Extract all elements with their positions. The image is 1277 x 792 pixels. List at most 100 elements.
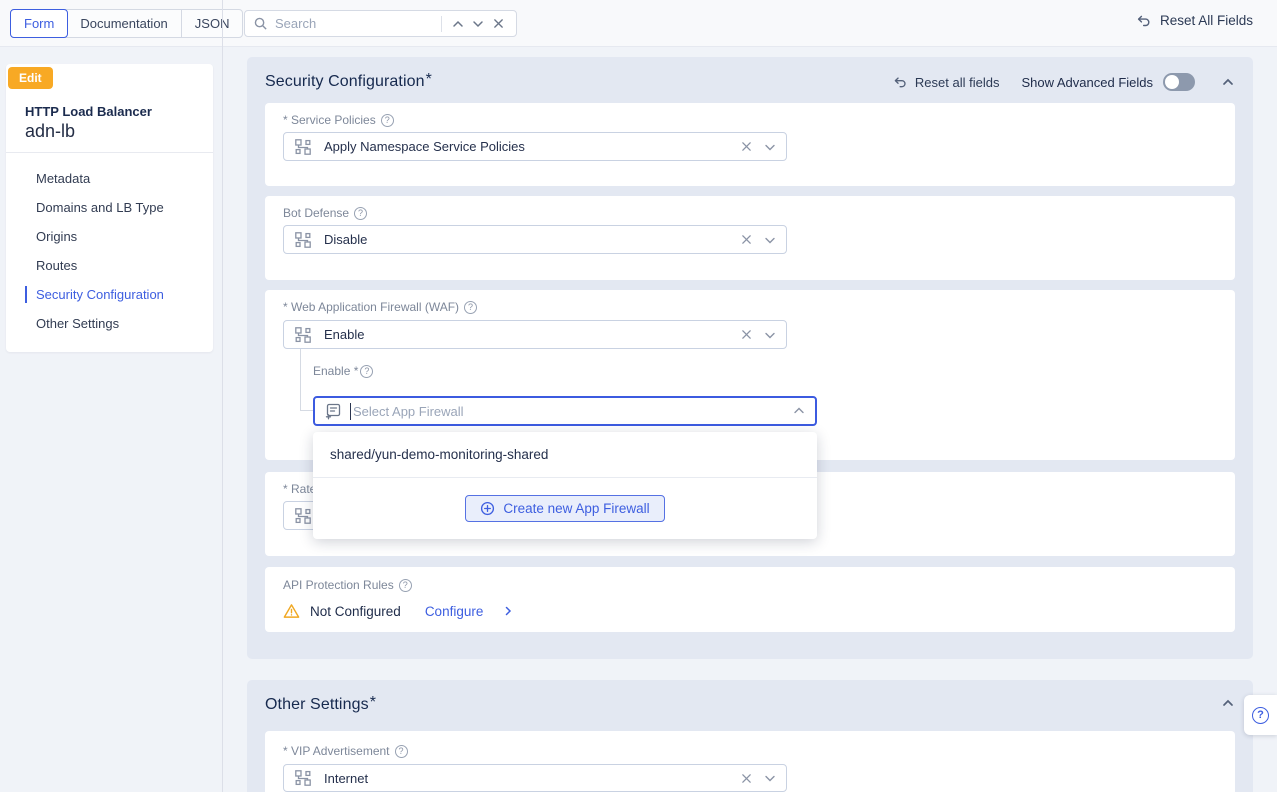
security-configuration-section: Security Configuration* Reset all fields… (247, 57, 1253, 659)
form-add-icon (324, 402, 342, 420)
chevron-down-icon[interactable] (764, 329, 776, 341)
api-protection-status-row: Not Configured Configure (283, 603, 513, 619)
sidebar-item-domains-lb-type[interactable]: Domains and LB Type (6, 193, 213, 222)
edit-badge: Edit (8, 67, 53, 89)
other-settings-tools (1217, 696, 1235, 710)
api-protection-card: API Protection Rules ? Not Configured Co… (265, 567, 1235, 632)
service-policies-select[interactable]: Apply Namespace Service Policies (283, 132, 787, 161)
search-box[interactable] (244, 10, 517, 37)
help-icon[interactable]: ? (360, 365, 373, 378)
sidebar-nav: Metadata Domains and LB Type Origins Rou… (6, 164, 213, 338)
vip-advertisement-select[interactable]: Internet (283, 764, 787, 792)
search-close-icon[interactable] (488, 14, 508, 34)
search-input[interactable] (275, 16, 435, 31)
help-icon: ? (1252, 707, 1269, 724)
clear-icon[interactable] (741, 234, 752, 245)
sidebar-item-origins[interactable]: Origins (6, 222, 213, 251)
required-mark: * (426, 71, 432, 89)
toggle-knob (1165, 75, 1179, 89)
waf-select[interactable]: Enable (283, 320, 787, 349)
view-tab-group: Form Documentation JSON (10, 9, 243, 38)
help-icon[interactable]: ? (354, 207, 367, 220)
sidebar-item-metadata[interactable]: Metadata (6, 164, 213, 193)
api-protection-label: API Protection Rules ? (283, 578, 412, 592)
service-policies-value: Apply Namespace Service Policies (324, 139, 741, 154)
vip-advertisement-label: * VIP Advertisement ? (283, 744, 408, 758)
undo-icon (1135, 12, 1152, 29)
dropdown-footer: Create new App Firewall (313, 478, 817, 538)
chevron-right-icon[interactable] (503, 606, 513, 616)
text-caret (350, 403, 351, 420)
undo-icon (892, 74, 908, 90)
chevron-down-icon[interactable] (764, 234, 776, 246)
bot-defense-value: Disable (324, 232, 741, 247)
oneof-branch-icon (294, 507, 312, 525)
app-firewall-input[interactable] (353, 398, 783, 424)
help-icon[interactable]: ? (464, 301, 477, 314)
subfield-connector (300, 410, 313, 411)
search-separator (441, 16, 442, 32)
bot-defense-label: Bot Defense ? (283, 206, 367, 220)
show-advanced-fields-label: Show Advanced Fields (1021, 75, 1153, 90)
chevron-down-icon[interactable] (764, 772, 776, 784)
object-name: adn-lb (25, 121, 75, 142)
clear-icon[interactable] (741, 329, 752, 340)
create-app-firewall-button[interactable]: Create new App Firewall (465, 495, 664, 522)
subfield-connector (300, 349, 301, 410)
create-app-firewall-label: Create new App Firewall (503, 501, 649, 516)
vip-advertisement-value: Internet (324, 771, 741, 786)
dropdown-option[interactable]: shared/yun-demo-monitoring-shared (313, 432, 817, 478)
app-firewall-dropdown: shared/yun-demo-monitoring-shared Create… (313, 432, 817, 539)
help-icon[interactable]: ? (399, 579, 412, 592)
configure-link[interactable]: Configure (425, 604, 484, 619)
sidebar-item-security-configuration[interactable]: Security Configuration (6, 280, 213, 309)
bot-defense-card: Bot Defense ? Disable (265, 196, 1235, 280)
oneof-branch-icon (294, 231, 312, 249)
chevron-up-icon[interactable] (793, 405, 805, 417)
reset-all-fields-button[interactable]: Reset All Fields (1135, 12, 1253, 29)
plus-circle-icon (480, 501, 495, 516)
api-protection-status: Not Configured (310, 604, 401, 619)
help-icon[interactable]: ? (395, 745, 408, 758)
oneof-branch-icon (294, 326, 312, 344)
chevron-down-icon[interactable] (764, 141, 776, 153)
app-firewall-combobox[interactable] (313, 396, 817, 426)
collapse-section-icon[interactable] (1221, 696, 1235, 710)
warning-icon (283, 603, 300, 619)
reset-section-button[interactable]: Reset all fields (892, 74, 1000, 90)
waf-label: * Web Application Firewall (WAF) ? (283, 300, 477, 314)
left-panel-divider (222, 0, 223, 792)
bot-defense-select[interactable]: Disable (283, 225, 787, 254)
security-section-tools: Reset all fields Show Advanced Fields (892, 73, 1235, 91)
sidebar-item-routes[interactable]: Routes (6, 251, 213, 280)
clear-icon[interactable] (741, 773, 752, 784)
search-icon (253, 16, 268, 31)
collapse-section-icon[interactable] (1221, 75, 1235, 89)
vip-advertisement-card: * VIP Advertisement ? Internet (265, 731, 1235, 792)
tab-form[interactable]: Form (10, 9, 68, 38)
tab-json[interactable]: JSON (182, 10, 243, 37)
help-button[interactable]: ? (1244, 695, 1277, 735)
waf-value: Enable (324, 327, 741, 342)
other-settings-section: Other Settings* * VIP Advertisement ? In… (247, 680, 1253, 792)
app-firewall-label: Enable * ? (313, 364, 373, 378)
oneof-branch-icon (294, 769, 312, 787)
reset-all-fields-label: Reset All Fields (1160, 13, 1253, 28)
security-section-title: Security Configuration* (265, 73, 432, 91)
tab-documentation[interactable]: Documentation (67, 10, 181, 37)
sidebar-item-other-settings[interactable]: Other Settings (6, 309, 213, 338)
sidebar-card: Edit HTTP Load Balancer adn-lb Metadata … (6, 64, 213, 352)
clear-icon[interactable] (741, 141, 752, 152)
service-policies-label: * Service Policies ? (283, 113, 394, 127)
reset-section-label: Reset all fields (915, 75, 1000, 90)
required-mark: * (370, 694, 376, 712)
help-icon[interactable]: ? (381, 114, 394, 127)
other-settings-title: Other Settings* (265, 696, 376, 714)
object-type-title: HTTP Load Balancer (25, 104, 152, 119)
sidebar-divider (6, 152, 213, 153)
search-next-icon[interactable] (468, 14, 488, 34)
oneof-branch-icon (294, 138, 312, 156)
service-policies-card: * Service Policies ? Apply Namespace Ser… (265, 103, 1235, 186)
show-advanced-fields-toggle[interactable] (1163, 73, 1195, 91)
search-prev-icon[interactable] (448, 14, 468, 34)
